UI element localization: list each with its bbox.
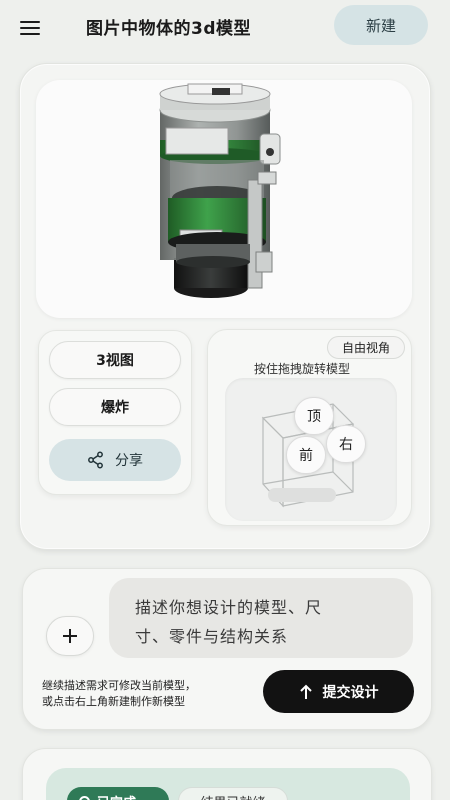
status-label: 已完成 [97, 792, 136, 800]
prompt-line-2: 寸、零件与结构关系 [135, 627, 289, 646]
share-label: 分享 [115, 453, 143, 469]
submit-label: 提交设计 [322, 684, 379, 701]
new-button[interactable]: 新建 [334, 5, 428, 45]
share-button[interactable]: 分享 [49, 439, 181, 481]
model-viewer[interactable] [36, 80, 412, 318]
explode-button[interactable]: 爆炸 [49, 388, 181, 426]
menu-icon[interactable] [16, 14, 44, 42]
prompt-input[interactable]: 描述你想设计的模型、尺 寸、零件与结构关系 [109, 578, 413, 658]
3d-model-render [159, 83, 281, 298]
three-view-button[interactable]: 3视图 [49, 341, 181, 379]
status-badge: 已完成 [67, 787, 169, 800]
prompt-line-1: 描述你想设计的模型、尺 [135, 598, 323, 617]
helper-line-1: 继续描述需求可修改当前模型， [42, 679, 196, 692]
helper-text: 继续描述需求可修改当前模型， 或点击右上角新建制作新模型 [42, 678, 196, 710]
page-title: 图片中物体的3d模型 [86, 19, 251, 39]
cube-right-button[interactable]: 右 [326, 425, 366, 463]
arrow-up-icon [299, 684, 312, 699]
result-badge: 结果已就绪 [178, 787, 288, 800]
drag-hint: 按住拖拽旋转模型 [254, 362, 351, 376]
rotation-slider[interactable] [268, 488, 336, 502]
helper-line-2: 或点击右上角新建制作新模型 [42, 695, 185, 708]
add-attachment-button[interactable] [46, 616, 94, 656]
plus-icon [63, 629, 77, 643]
check-icon [79, 796, 90, 800]
submit-design-button[interactable]: 提交设计 [263, 670, 414, 713]
free-view-button[interactable]: 自由视角 [327, 336, 405, 359]
app-header: 图片中物体的3d模型 新建 [0, 0, 450, 56]
share-icon [88, 451, 103, 469]
cube-front-button[interactable]: 前 [286, 436, 326, 474]
cube-top-button[interactable]: 顶 [294, 397, 334, 435]
